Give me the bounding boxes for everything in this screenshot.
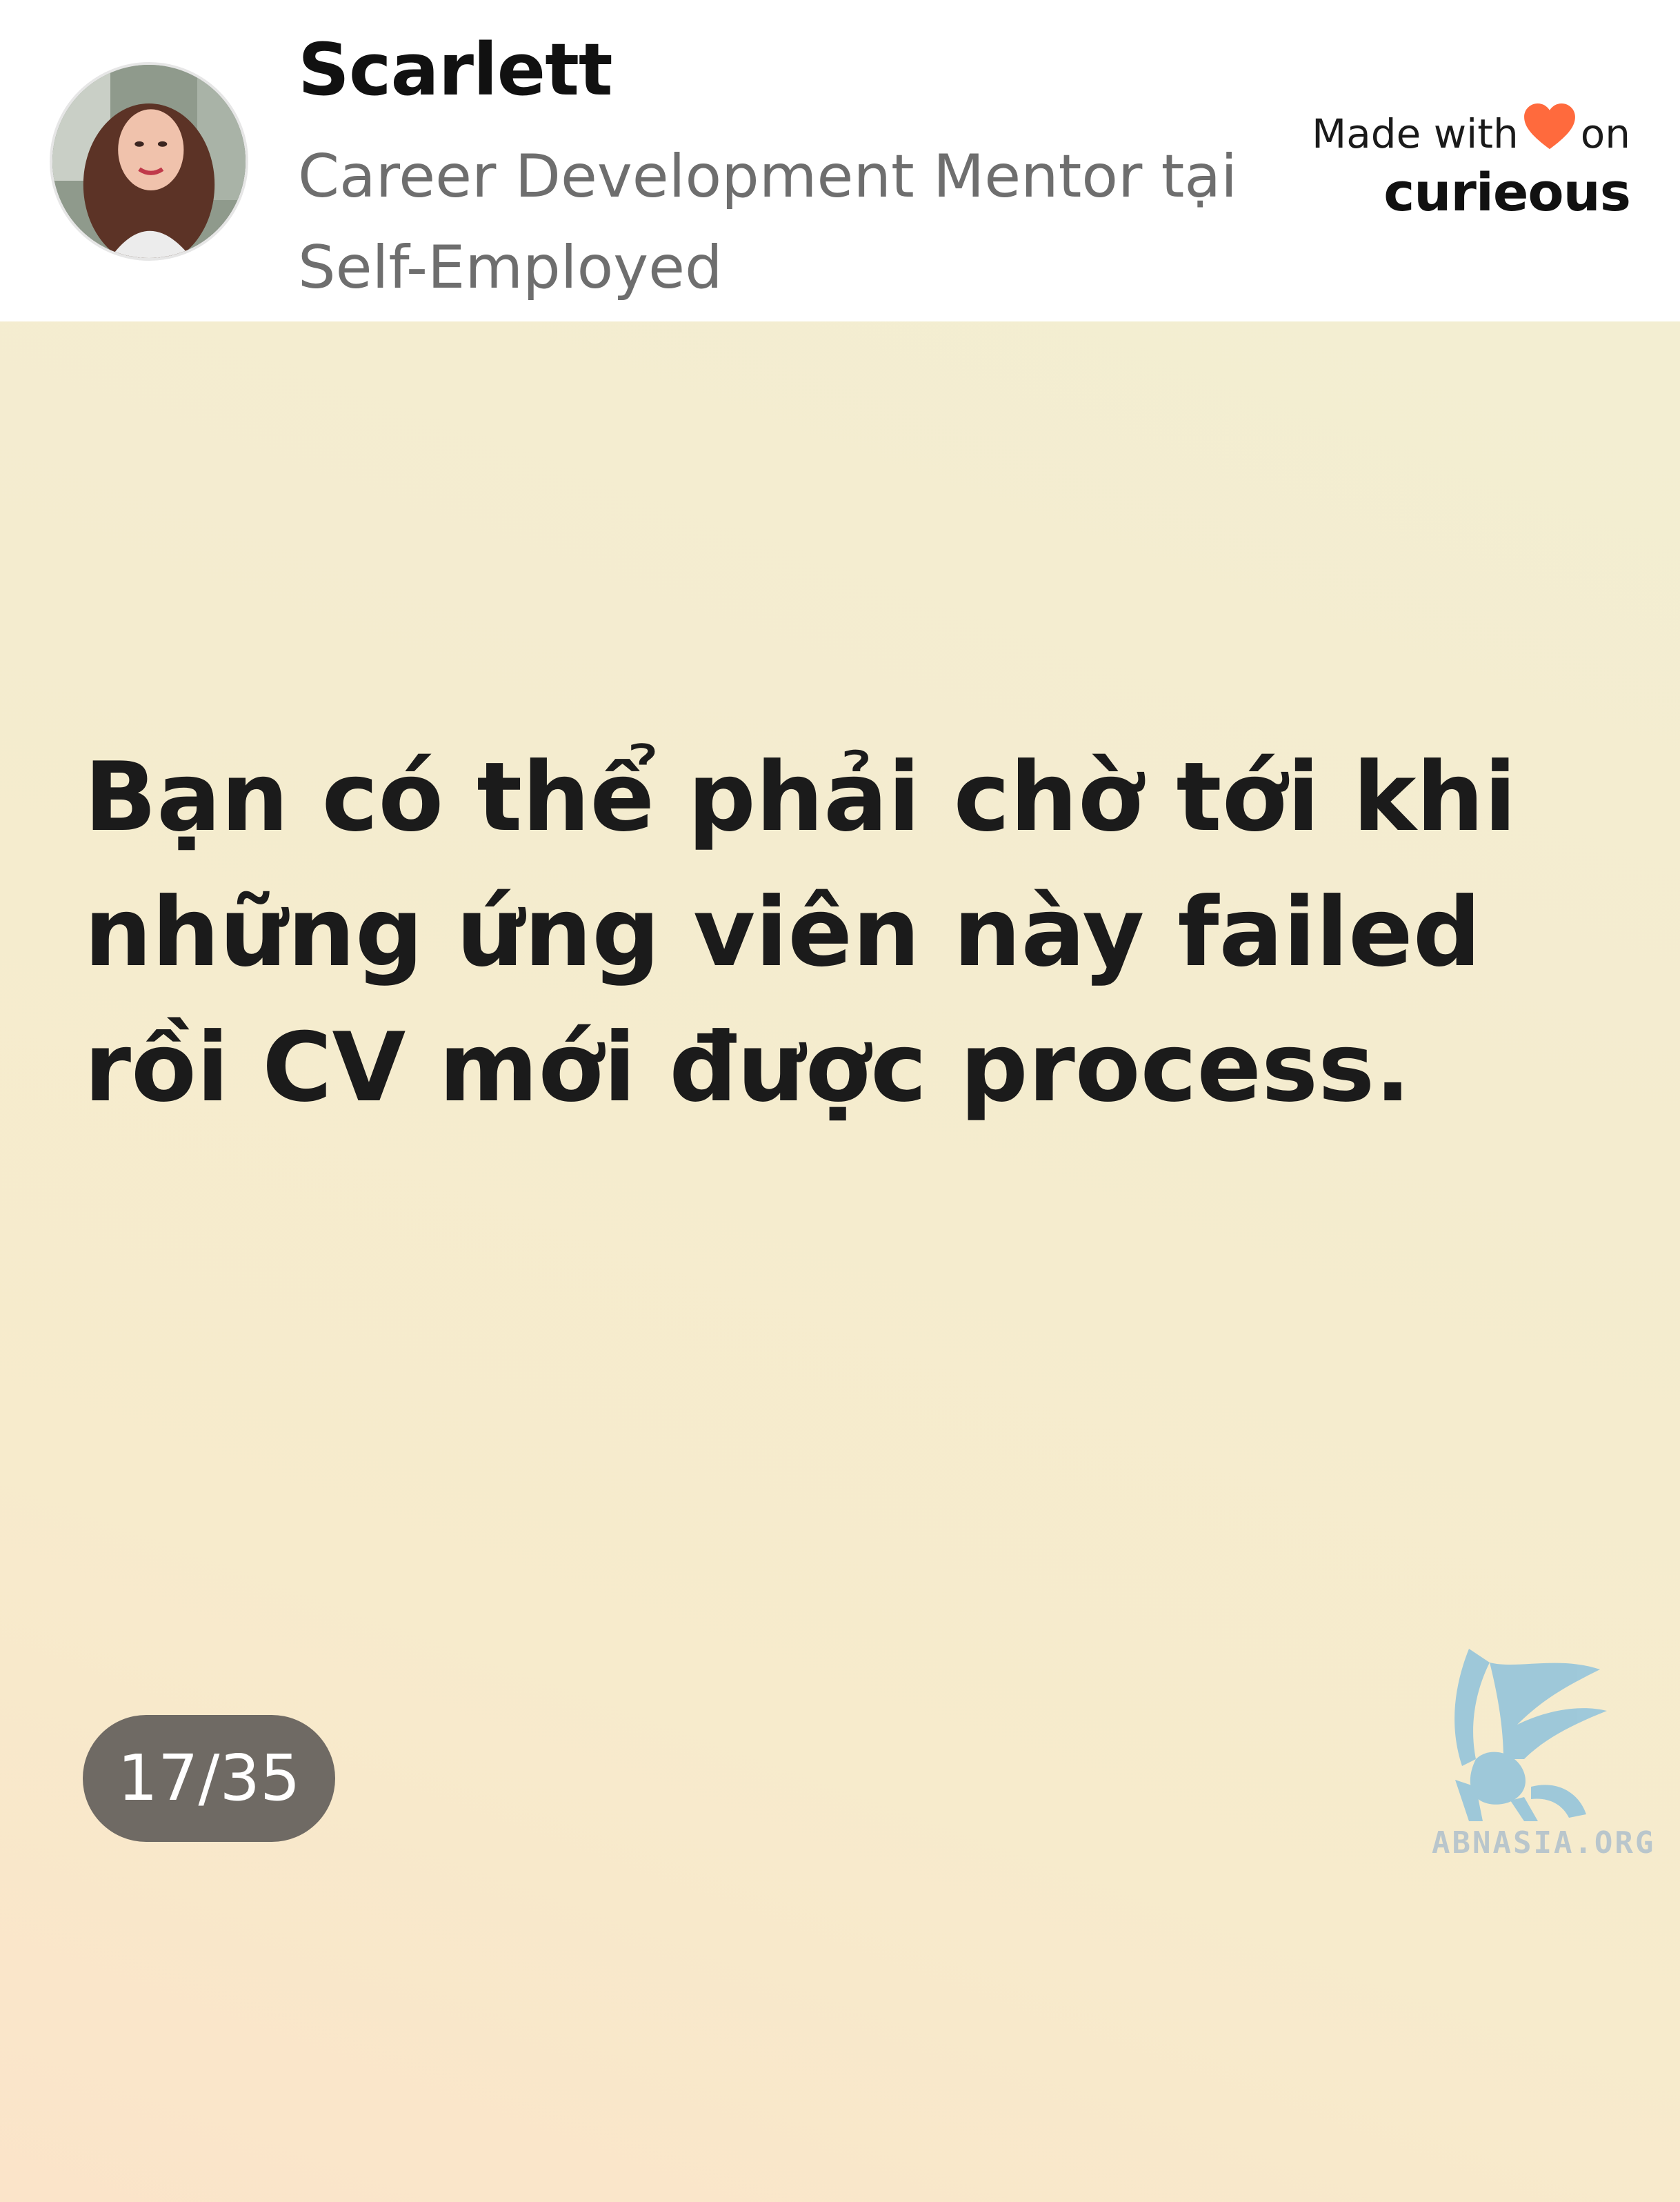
author-avatar[interactable] (50, 62, 248, 261)
author-title: Career Development Mentor tại Self-Emplo… (298, 142, 1237, 302)
griffin-logo-icon (1454, 1649, 1607, 1821)
made-with-line: Made with on (1286, 103, 1630, 157)
quote-text: Bạn có thể phải chờ tới khi những ứng vi… (84, 742, 1517, 1123)
quote-card (0, 321, 1680, 2202)
author-name[interactable]: Scarlett (298, 28, 613, 112)
watermark-text: ABNASIA.ORG (1432, 1825, 1656, 1861)
curieous-logo-text: curieous (1383, 161, 1631, 223)
author-header: Scarlett Career Development Mentor tại S… (0, 0, 1680, 321)
heart-icon (1523, 103, 1575, 150)
slide-page: Scarlett Career Development Mentor tại S… (0, 0, 1680, 2202)
made-with-label: Made with (1312, 110, 1519, 157)
page-counter: 17/35 (83, 1715, 335, 1842)
avatar-photo (52, 65, 246, 258)
made-with-curieous-badge[interactable]: Made with on curieous (1286, 103, 1631, 223)
on-label: on (1580, 110, 1630, 157)
